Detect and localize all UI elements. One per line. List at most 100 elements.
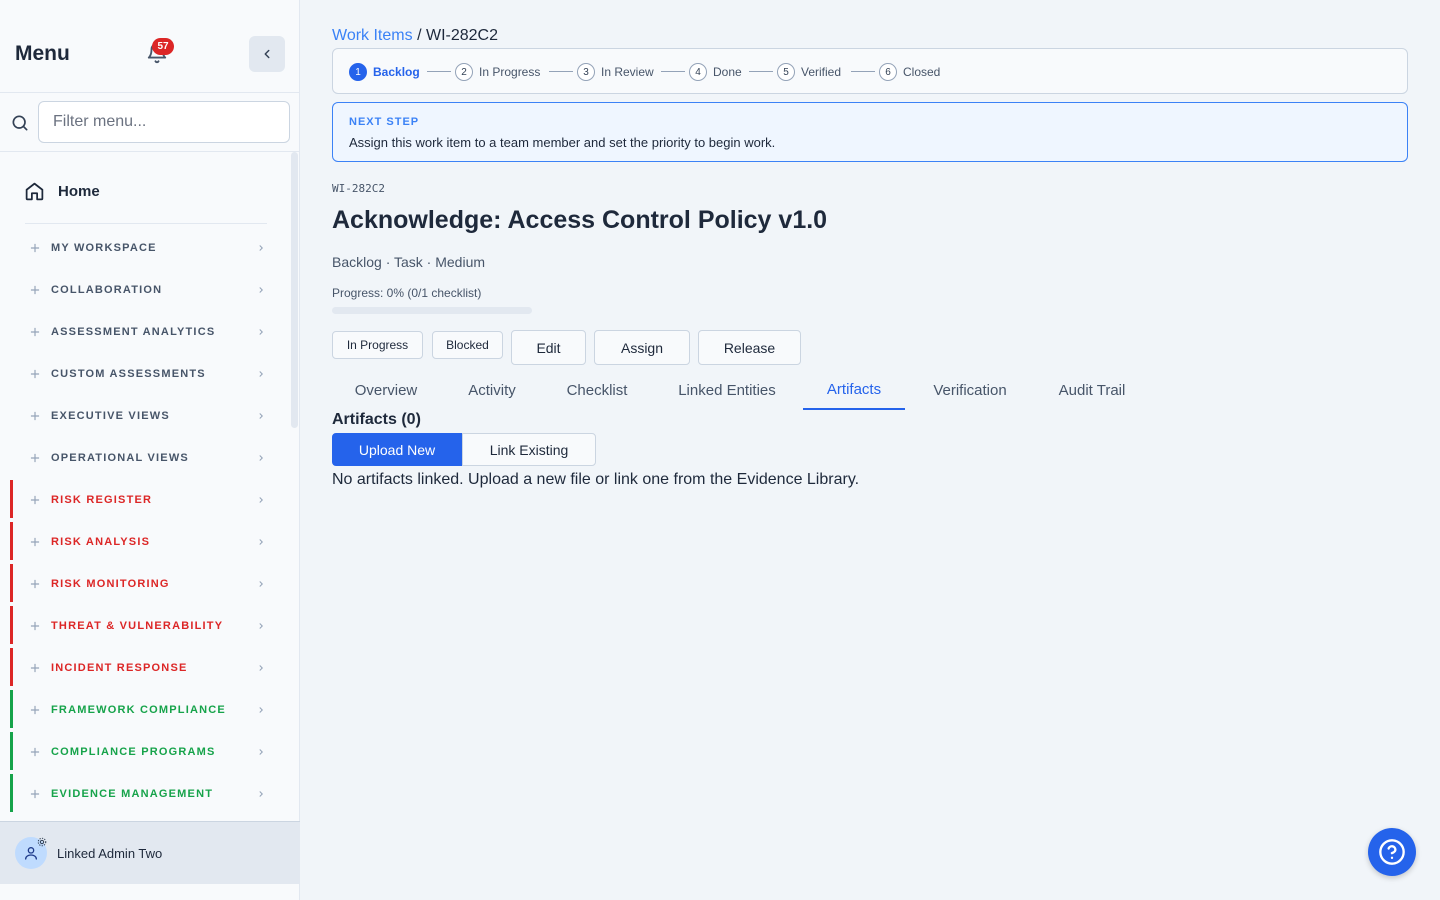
chevron-right-icon <box>259 287 263 293</box>
sidebar-group-label: MY WORKSPACE <box>51 242 157 254</box>
work-item-id: WI-282C2 <box>332 182 385 195</box>
sidebar-group-label: RISK REGISTER <box>51 494 153 506</box>
step-in-review[interactable]: 3 In Review <box>577 63 654 81</box>
chevron-right-icon <box>259 539 263 545</box>
plus-icon <box>30 663 40 673</box>
notification-badge: 57 <box>152 38 174 55</box>
next-step-text: Assign this work item to a team member a… <box>349 135 776 150</box>
plus-icon <box>30 705 40 715</box>
help-icon <box>1379 839 1405 865</box>
help-button[interactable] <box>1368 828 1416 876</box>
breadcrumb-work-items-link[interactable]: Work Items <box>332 27 413 44</box>
sidebar-group-risk-register[interactable]: RISK REGISTER <box>0 480 290 522</box>
collapse-sidebar-button[interactable] <box>249 36 285 72</box>
step-connector <box>851 71 875 72</box>
sidebar-group-executive-views[interactable]: EXECUTIVE VIEWS <box>0 396 290 438</box>
step-in-progress[interactable]: 2 In Progress <box>455 63 540 81</box>
sidebar-group-incident-response[interactable]: INCIDENT RESPONSE <box>0 648 290 690</box>
step-closed[interactable]: 6 Closed <box>879 63 940 81</box>
step-backlog[interactable]: 1 Backlog <box>349 63 420 81</box>
release-button[interactable]: Release <box>698 330 801 365</box>
tab-overview[interactable]: Overview <box>332 370 440 410</box>
step-label: Backlog <box>373 65 420 79</box>
plus-icon <box>30 537 40 547</box>
work-item-meta: Backlog · Task · Medium <box>332 254 486 270</box>
step-connector <box>549 71 573 72</box>
chevron-left-icon <box>264 49 270 59</box>
sidebar-scrollbar[interactable] <box>291 152 298 428</box>
group-accent <box>10 690 13 728</box>
divider <box>25 223 267 224</box>
sidebar-group-label: RISK ANALYSIS <box>51 536 151 548</box>
plus-icon <box>30 747 40 757</box>
sidebar-group-collaboration[interactable]: COLLABORATION <box>0 270 290 312</box>
chevron-right-icon <box>259 623 263 629</box>
edit-button[interactable]: Edit <box>511 330 586 365</box>
plus-icon <box>30 411 40 421</box>
group-accent <box>10 522 13 560</box>
chevron-right-icon <box>259 707 263 713</box>
upload-new-button[interactable]: Upload New <box>332 433 462 466</box>
sidebar-item-home[interactable]: Home <box>24 179 100 203</box>
chevron-right-icon <box>259 665 263 671</box>
plus-icon <box>30 579 40 589</box>
sidebar-group-label: OPERATIONAL VIEWS <box>51 452 189 464</box>
step-label: In Progress <box>479 65 541 79</box>
step-done[interactable]: 4 Done <box>689 63 742 81</box>
sidebar-group-framework-compliance[interactable]: FRAMEWORK COMPLIANCE <box>0 690 290 732</box>
step-number: 3 <box>577 63 595 81</box>
sidebar-group-label: CUSTOM ASSESSMENTS <box>51 368 206 380</box>
artifacts-heading: Artifacts (0) <box>332 411 421 428</box>
sidebar-group-label: COMPLIANCE PROGRAMS <box>51 746 216 758</box>
step-number: 5 <box>777 63 795 81</box>
sidebar-group-risk-analysis[interactable]: RISK ANALYSIS <box>0 522 290 564</box>
sidebar-group-label: RISK MONITORING <box>51 578 170 590</box>
user-icon <box>25 847 37 860</box>
tab-activity[interactable]: Activity <box>447 370 537 410</box>
sidebar-group-risk-monitoring[interactable]: RISK MONITORING <box>0 564 290 606</box>
assign-button[interactable]: Assign <box>594 330 690 365</box>
step-verified[interactable]: 5 Verified <box>777 63 841 81</box>
sidebar-group-compliance-programs[interactable]: COMPLIANCE PROGRAMS <box>0 732 290 774</box>
menu-search <box>0 93 300 152</box>
gear-icon <box>37 837 47 847</box>
sidebar-group-operational-views[interactable]: OPERATIONAL VIEWS <box>0 438 290 480</box>
sidebar-group-label: THREAT & VULNERABILITY <box>51 620 224 632</box>
chevron-right-icon <box>259 371 263 377</box>
link-existing-button[interactable]: Link Existing <box>462 433 596 466</box>
chevron-right-icon <box>259 455 263 461</box>
sidebar-group-threat-vulnerability[interactable]: THREAT & VULNERABILITY <box>0 606 290 648</box>
group-accent <box>10 606 13 644</box>
user-name: Linked Admin Two <box>57 846 163 861</box>
sidebar-group-custom-assessments[interactable]: CUSTOM ASSESSMENTS <box>0 354 290 396</box>
step-connector <box>749 71 773 72</box>
step-label: Verified <box>801 65 842 79</box>
next-step-callout: NEXT STEP Assign this work item to a tea… <box>332 102 1408 162</box>
sidebar-group-assessment-analytics[interactable]: ASSESSMENT ANALYTICS <box>0 312 290 354</box>
sidebar-group-label: FRAMEWORK COMPLIANCE <box>51 704 226 716</box>
tab-artifacts[interactable]: Artifacts <box>803 370 905 410</box>
chevron-right-icon <box>259 497 263 503</box>
user-profile[interactable]: Linked Admin Two <box>0 821 300 884</box>
sidebar-group-my-workspace[interactable]: MY WORKSPACE <box>0 228 290 270</box>
status-stepper: 1 Backlog 2 In Progress 3 In Review 4 Do… <box>332 48 1408 94</box>
sidebar-group-label: EVIDENCE MANAGEMENT <box>51 788 214 800</box>
tabs: Overview Activity Checklist Linked Entit… <box>332 370 1152 410</box>
tab-checklist[interactable]: Checklist <box>547 370 647 410</box>
sidebar: Menu 57 Home MY WORKSPACE COLLABORATION <box>0 0 300 900</box>
sidebar-group-evidence-management[interactable]: EVIDENCE MANAGEMENT <box>0 774 290 816</box>
sidebar-title: Menu <box>15 42 70 65</box>
group-accent <box>10 564 13 602</box>
step-label: Done <box>713 65 742 79</box>
chevron-right-icon <box>259 749 263 755</box>
tab-verification[interactable]: Verification <box>915 370 1025 410</box>
tab-audit-trail[interactable]: Audit Trail <box>1037 370 1147 410</box>
tab-linked-entities[interactable]: Linked Entities <box>657 370 797 410</box>
chevron-right-icon <box>259 791 263 797</box>
plus-icon <box>30 453 40 463</box>
blocked-button[interactable]: Blocked <box>432 331 503 359</box>
filter-menu-input[interactable] <box>38 101 290 143</box>
chevron-right-icon <box>259 329 263 335</box>
in-progress-button[interactable]: In Progress <box>332 331 423 359</box>
sidebar-item-label: Home <box>58 182 100 200</box>
